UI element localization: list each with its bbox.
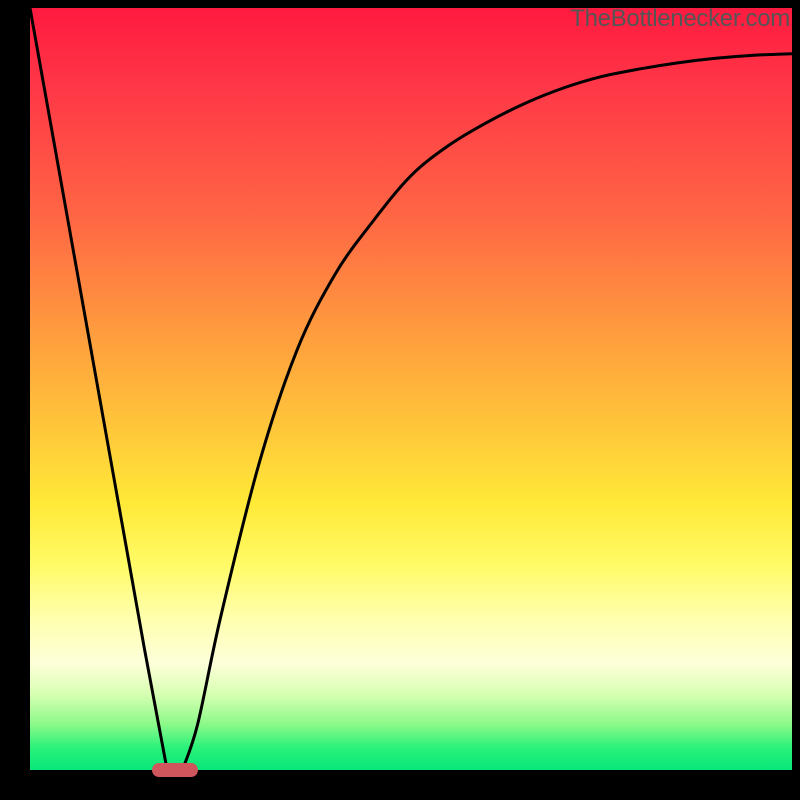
bottleneck-curve xyxy=(30,8,792,770)
plot-area xyxy=(30,8,792,770)
curve-layer xyxy=(30,8,792,770)
optimal-range-marker xyxy=(152,763,198,777)
chart-frame: TheBottlenecker.com xyxy=(0,0,800,800)
watermark-text: TheBottlenecker.com xyxy=(570,5,790,33)
